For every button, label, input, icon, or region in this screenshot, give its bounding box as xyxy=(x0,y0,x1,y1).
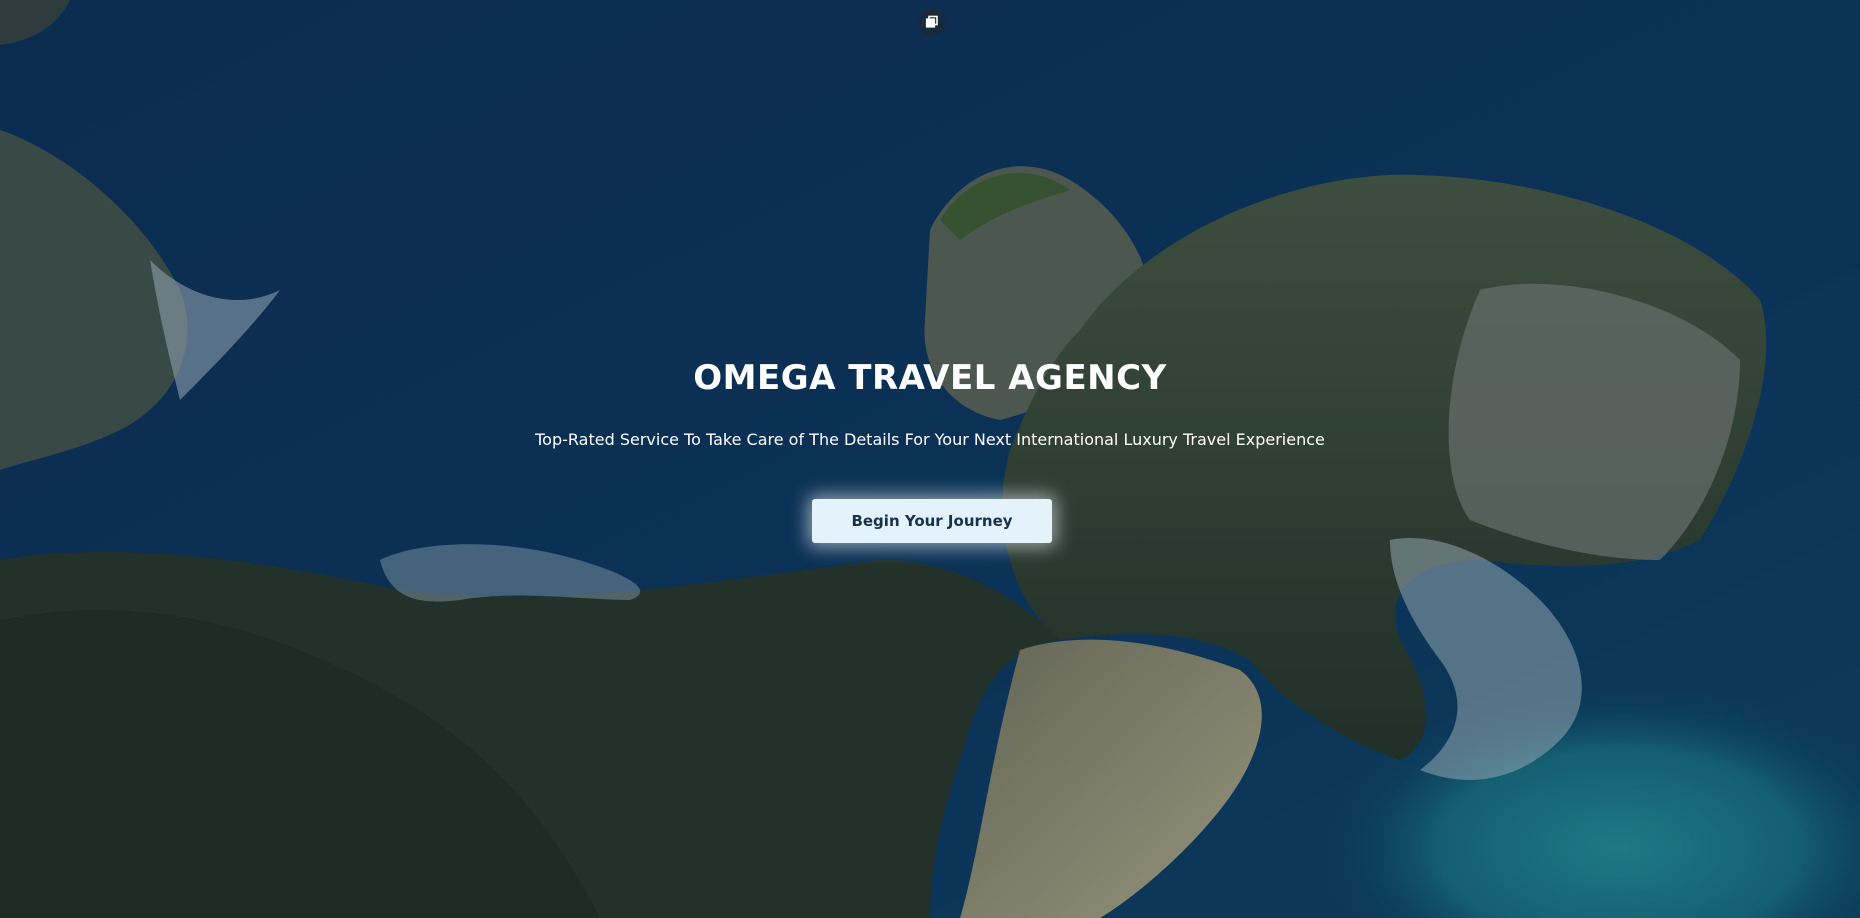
hero-title: OMEGA TRAVEL AGENCY xyxy=(693,358,1167,398)
hero-subtitle: Top-Rated Service To Take Care of The De… xyxy=(535,430,1325,449)
hero-section: OMEGA TRAVEL AGENCY Top-Rated Service To… xyxy=(0,0,1860,918)
hero-content: OMEGA TRAVEL AGENCY Top-Rated Service To… xyxy=(0,0,1860,918)
begin-journey-button[interactable]: Begin Your Journey xyxy=(812,499,1052,543)
